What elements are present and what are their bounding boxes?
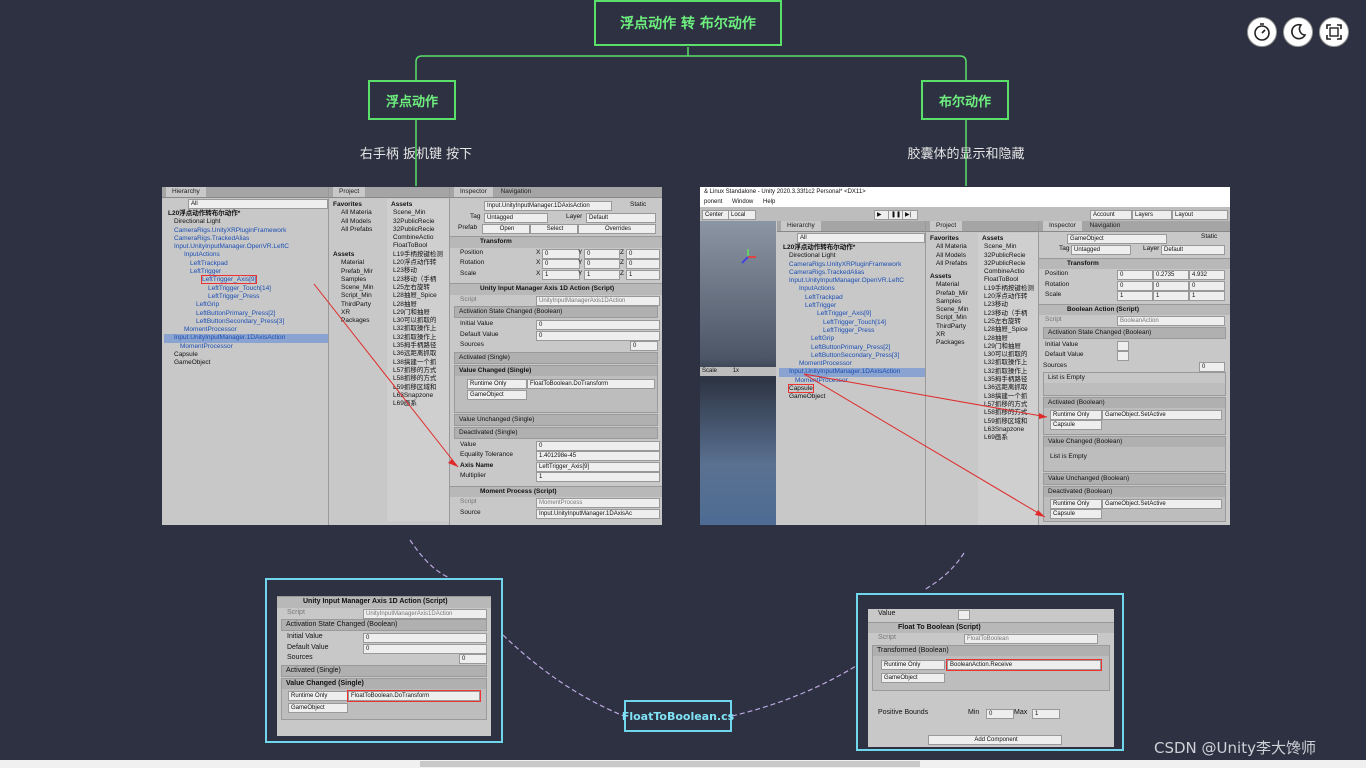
zoom-right-frame: Value Float To Boolean (Script) Script F… xyxy=(856,593,1124,751)
zoom-left-gameobject[interactable]: GameObject xyxy=(288,702,348,713)
zoom-right-max-label: Max xyxy=(1014,708,1028,716)
zoom-right-component-header[interactable]: Float To Boolean (Script) xyxy=(868,621,1114,633)
fullscreen-button[interactable] xyxy=(1319,17,1349,47)
zoom-left-initial-label: Initial Value xyxy=(287,633,323,640)
zoom-left-sources-row[interactable]: Sources 0 xyxy=(277,653,491,664)
zoom-right-runtime-only[interactable]: Runtime Only xyxy=(881,659,945,670)
zoom-left-value-changed-header[interactable]: Value Changed (Single) xyxy=(282,678,486,689)
zoom-right-value-checkbox[interactable] xyxy=(958,610,970,620)
zoom-right-inspector: Value Float To Boolean (Script) Script F… xyxy=(868,609,1114,747)
zoom-right-min-field[interactable]: 0 xyxy=(986,708,1014,719)
zoom-left-initial-field[interactable]: 0 xyxy=(363,633,487,643)
zoom-left-default-label: Default Value xyxy=(287,643,329,651)
zoom-left-activated-header[interactable]: Activated (Single) xyxy=(282,665,486,676)
fullscreen-icon xyxy=(1326,24,1342,40)
add-component-button[interactable]: Add Component xyxy=(928,735,1062,745)
zoom-left-script-label: Script xyxy=(287,608,305,616)
right-unity-screenshot: & Linux Standalone - Unity 2020.3.33f1c2… xyxy=(700,187,1230,525)
moon-icon xyxy=(1291,23,1307,40)
horizontal-scrollbar[interactable] xyxy=(0,760,1366,768)
bool-action-node[interactable]: 布尔动作 xyxy=(921,80,1009,120)
zoom-left-default-field[interactable]: 0 xyxy=(363,643,487,654)
zoom-right-value-row: Value xyxy=(868,609,1114,620)
scrollbar-thumb[interactable] xyxy=(420,761,920,767)
zoom-left-frame: Unity Input Manager Axis 1D Action (Scri… xyxy=(265,578,503,743)
zoom-right-gameobject[interactable]: GameObject xyxy=(881,672,945,683)
zoom-left-script-field[interactable]: UnityInputManagerAxis1DAction xyxy=(363,608,487,619)
script-node-title: FloatToBoolean.cs xyxy=(621,709,735,723)
root-node-title: 浮点动作 转 布尔动作 xyxy=(620,16,756,32)
zoom-left-runtime-only[interactable]: Runtime Only xyxy=(288,690,348,701)
timer-button[interactable] xyxy=(1247,17,1277,47)
left-red-arrow xyxy=(313,283,459,468)
zoom-right-bounds-row: Positive Bounds Min 0 Max 1 xyxy=(868,708,1114,719)
zoom-right-transformed-header[interactable]: Transformed (Boolean) xyxy=(873,645,1109,656)
zoom-left-sources-label: Sources xyxy=(287,654,313,661)
zoom-right-max-field[interactable]: 1 xyxy=(1032,708,1060,719)
float-action-title: 浮点动作 xyxy=(385,94,438,110)
zoom-left-inspector: Unity Input Manager Axis 1D Action (Scri… xyxy=(277,596,491,736)
zoom-left-activation-header[interactable]: Activation State Changed (Boolean) xyxy=(282,620,486,630)
dark-mode-button[interactable] xyxy=(1283,17,1313,47)
right-red-arrows xyxy=(803,373,1048,518)
zoom-right-script-field[interactable]: FloatToBoolean xyxy=(964,634,1098,644)
left-unity-screenshot: Hierarchy All L20浮点动作转布尔动作* Directional L… xyxy=(162,187,662,525)
timer-icon xyxy=(1254,23,1270,41)
csdn-watermark: CSDN @Unity李大馋师 xyxy=(1154,739,1316,757)
zoom-right-script-row: Script FloatToBoolean xyxy=(868,633,1114,644)
float-action-caption: 右手柄 扳机键 按下 xyxy=(359,147,473,162)
bool-action-caption: 胶囊体的显示和隐藏 xyxy=(907,147,1025,162)
float-action-node[interactable]: 浮点动作 xyxy=(368,80,456,120)
zoom-left-function[interactable]: FloatToBoolean.DoTransform xyxy=(347,689,481,702)
zoom-left-script-row: Script UnityInputManagerAxis1DAction xyxy=(277,608,491,619)
zoom-right-bounds-label: Positive Bounds xyxy=(878,708,929,716)
root-node[interactable]: 浮点动作 转 布尔动作 xyxy=(594,0,782,46)
zoom-right-value-label: Value xyxy=(878,610,896,617)
bool-action-title: 布尔动作 xyxy=(938,94,991,110)
zoom-left-component-header[interactable]: Unity Input Manager Axis 1D Action (Scri… xyxy=(277,596,491,608)
zoom-right-script-label: Script xyxy=(878,634,896,641)
zoom-right-function[interactable]: BooleanAction.Receive xyxy=(946,658,1102,671)
script-node[interactable]: FloatToBoolean.cs xyxy=(621,700,735,732)
zoom-right-min-label: Min xyxy=(968,708,980,716)
zoom-left-initial-row: Initial Value 0 xyxy=(277,632,491,643)
zoom-left-sources-field[interactable]: 0 xyxy=(459,654,487,664)
zoom-left-default-row: Default Value 0 xyxy=(277,643,491,654)
